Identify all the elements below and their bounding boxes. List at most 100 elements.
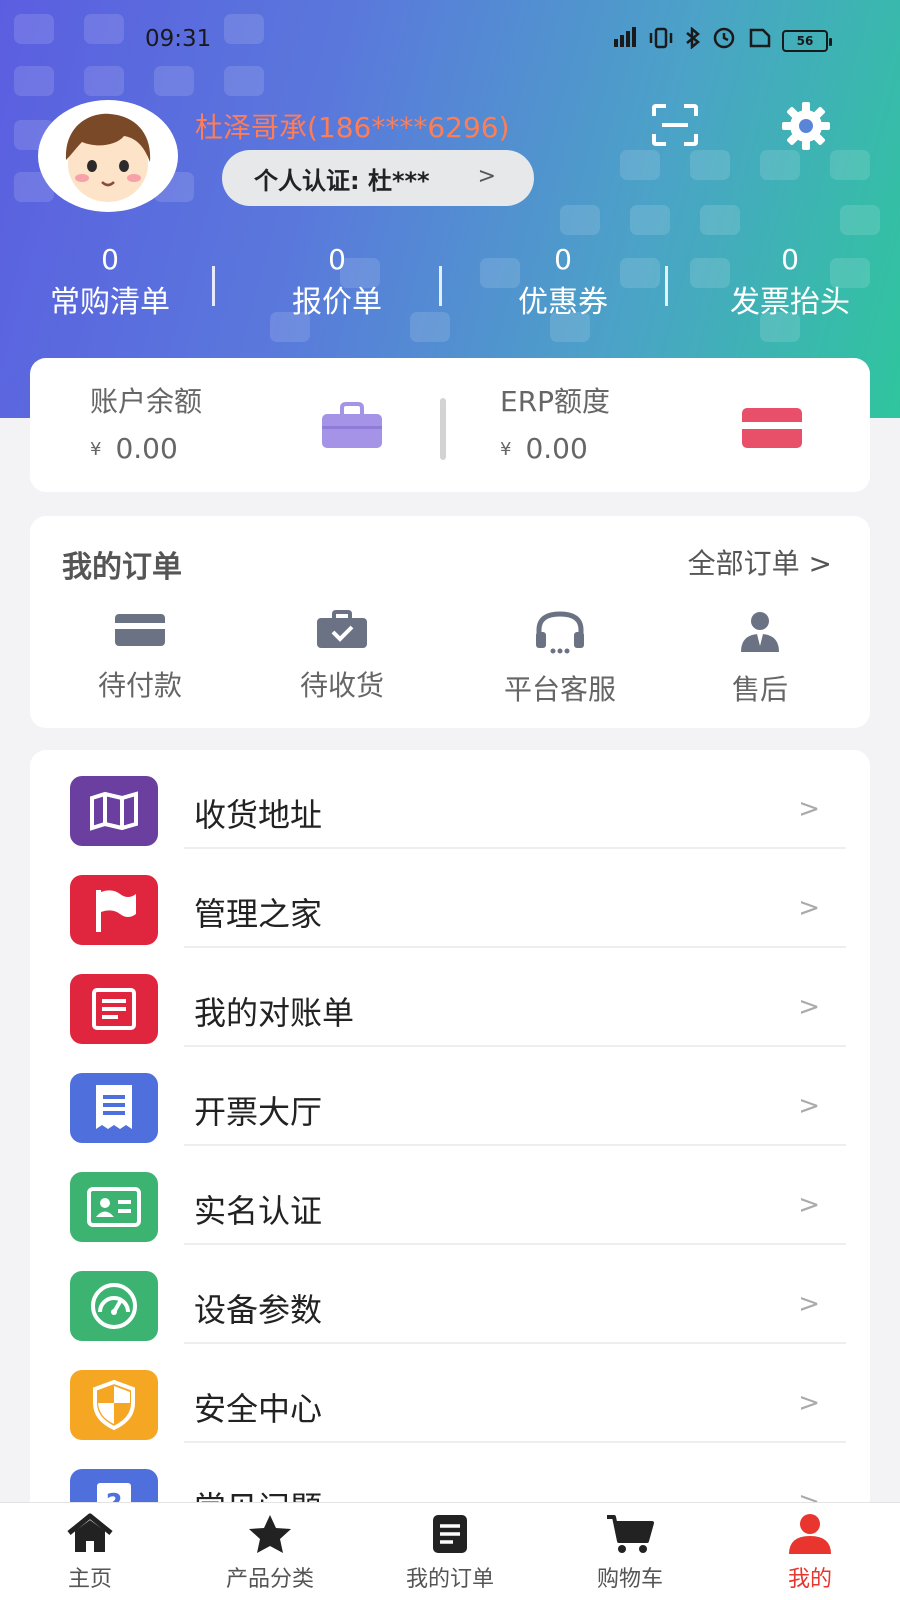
briefcase-check-icon [317, 610, 367, 648]
menu-item-faq[interactable]: ? 常见问题 > [30, 1443, 870, 1510]
statement-icon [70, 974, 158, 1044]
menu-item-security-center[interactable]: 安全中心 > [30, 1344, 870, 1443]
star-icon [249, 1515, 291, 1553]
chevron-right-icon: > [798, 1289, 820, 1319]
scan-icon[interactable] [650, 102, 700, 148]
tab-cart[interactable]: 购物车 [560, 1513, 700, 1593]
menu-item-statement[interactable]: 我的对账单 > [30, 948, 870, 1047]
personal-cert-button[interactable]: 个人认证: 杜*** > [222, 150, 534, 206]
chevron-right-icon: > [798, 1388, 820, 1418]
stat-coupons[interactable]: 0 优惠券 [473, 240, 653, 326]
stat-count: 0 [554, 243, 572, 276]
menu-item-real-name-auth[interactable]: 实名认证 > [30, 1146, 870, 1245]
service-person-icon [741, 612, 779, 652]
sim-icon [748, 27, 772, 54]
avatar[interactable] [38, 100, 178, 212]
menu-card: 收货地址 > 管理之家 > 我的对账单 > 开票大厅 > 实名认证 > 设备参数… [30, 750, 870, 1510]
menu-item-management-home[interactable]: 管理之家 > [30, 849, 870, 948]
menu-label: 收货地址 [194, 796, 323, 834]
username: 杜泽哥承(186****6296) [195, 111, 510, 144]
stat-divider [212, 266, 215, 306]
tab-label: 主页 [67, 1567, 112, 1592]
credit-card-icon [740, 406, 804, 450]
battery-icon: 56 [782, 29, 832, 52]
chevron-right-icon: > [798, 794, 820, 824]
stat-count: 0 [781, 243, 799, 276]
all-orders-link[interactable]: 全部订单 > [688, 542, 832, 582]
tab-label: 我的订单 [405, 1567, 494, 1592]
chevron-right-icon: > [798, 893, 820, 923]
balance-card: 账户余额 ¥0.00 ERP额度 ¥0.00 [30, 358, 870, 492]
erp-quota-label: ERP额度 [500, 385, 611, 418]
card-icon [115, 614, 165, 646]
bluetooth-icon [684, 26, 702, 54]
user-icon [789, 1514, 831, 1554]
orders-card: 我的订单 全部订单 > 待付款 待收货 平台客服 售后 [30, 516, 870, 728]
chevron-right-icon: > [477, 164, 496, 189]
home-icon [67, 1513, 113, 1552]
order-pending-receipt[interactable]: 待收货 [262, 610, 422, 704]
menu-item-device-params[interactable]: 设备参数 > [30, 1245, 870, 1344]
map-icon [70, 776, 158, 846]
menu-label: 管理之家 [194, 895, 323, 933]
balance-divider [440, 398, 446, 460]
account-balance-value: ¥0.00 [90, 432, 178, 465]
erp-quota[interactable]: ERP额度 ¥0.00 [500, 380, 610, 465]
signal-icon [612, 27, 638, 54]
avatar-face-icon [65, 113, 151, 202]
vibrate-icon [648, 27, 674, 54]
stat-count: 0 [101, 243, 119, 276]
orders-icon [433, 1515, 467, 1553]
menu-item-invoice-hall[interactable]: 开票大厅 > [30, 1047, 870, 1146]
stat-purchase-list[interactable]: 0 常购清单 [20, 240, 200, 326]
order-after-sales[interactable]: 售后 [680, 610, 840, 708]
stat-label: 发票抬头 [730, 285, 850, 320]
orders-title: 我的订单 [62, 550, 182, 585]
tab-label: 我的 [787, 1567, 832, 1592]
tab-label: 购物车 [596, 1567, 663, 1592]
gauge-icon [70, 1271, 158, 1341]
menu-label: 开票大厅 [194, 1093, 323, 1131]
stats-row: 0 常购清单 0 报价单 0 优惠券 0 发票抬头 [0, 240, 900, 340]
wallet-bag-icon [320, 402, 384, 450]
tab-label: 产品分类 [225, 1567, 314, 1592]
order-label: 待付款 [97, 669, 182, 702]
chevron-right-icon: > [798, 1190, 820, 1220]
receipt-icon [70, 1073, 158, 1143]
menu-label: 安全中心 [194, 1390, 323, 1428]
headset-icon [536, 611, 584, 654]
stat-quotation[interactable]: 0 报价单 [247, 240, 427, 326]
stat-divider [439, 266, 442, 306]
flag-icon [70, 875, 158, 945]
shield-icon [70, 1370, 158, 1440]
cart-icon [607, 1515, 654, 1553]
chevron-right-icon: > [798, 992, 820, 1022]
stat-divider [665, 266, 668, 306]
status-time: 09:31 [145, 26, 212, 52]
tab-orders[interactable]: 我的订单 [380, 1513, 520, 1593]
stat-label: 优惠券 [518, 285, 608, 320]
menu-item-address[interactable]: 收货地址 > [30, 750, 870, 849]
bottom-tab-bar: 主页 产品分类 我的订单 购物车 我的 [0, 1502, 900, 1600]
order-label: 待收货 [299, 669, 384, 702]
tab-home[interactable]: 主页 [20, 1513, 160, 1593]
order-customer-service[interactable]: 平台客服 [480, 610, 640, 708]
id-card-icon [70, 1172, 158, 1242]
status-icons: 56 [612, 26, 832, 54]
order-label: 平台客服 [503, 673, 616, 706]
tab-categories[interactable]: 产品分类 [200, 1513, 340, 1593]
chevron-right-icon: > [798, 1091, 820, 1121]
stat-invoice-title[interactable]: 0 发票抬头 [700, 240, 880, 326]
menu-label: 我的对账单 [194, 994, 355, 1032]
menu-label: 设备参数 [194, 1291, 323, 1329]
erp-quota-value: ¥0.00 [500, 432, 588, 465]
gear-icon[interactable] [780, 100, 832, 152]
cert-label: 个人认证: 杜*** [254, 166, 430, 195]
tab-me[interactable]: 我的 [740, 1513, 880, 1593]
account-balance-label: 账户余额 [90, 385, 203, 418]
account-balance[interactable]: 账户余额 ¥0.00 [90, 380, 202, 465]
stat-count: 0 [328, 243, 346, 276]
menu-label: 实名认证 [194, 1192, 323, 1230]
order-pending-payment[interactable]: 待付款 [60, 610, 220, 704]
stat-label: 报价单 [292, 285, 382, 320]
